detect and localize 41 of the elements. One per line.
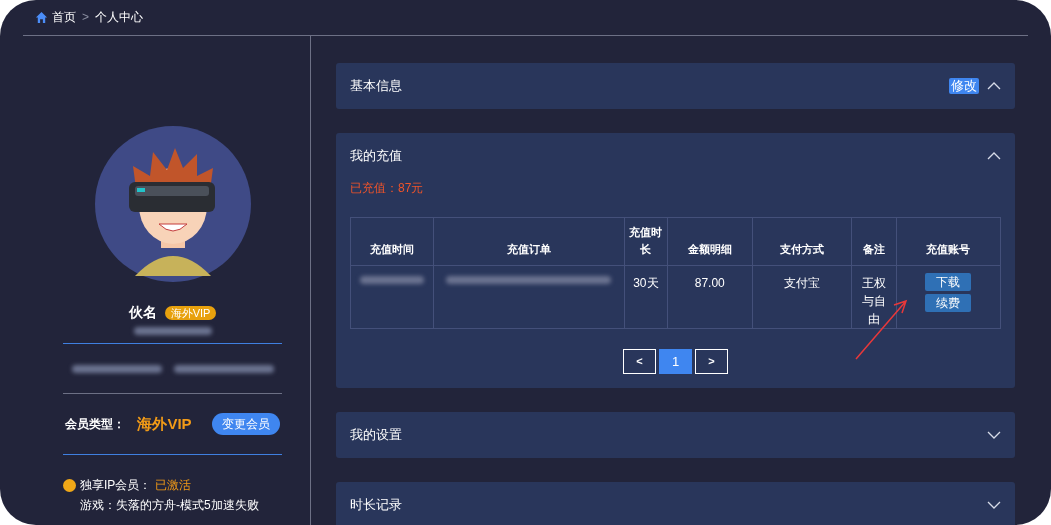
chevron-down-icon[interactable]: [987, 431, 1001, 439]
user-name: 伙名: [128, 303, 157, 322]
vip-badge: 海外VIP: [164, 305, 217, 320]
exclusive-ip-label: 独享IP会员：: [80, 477, 152, 494]
chevron-up-icon[interactable]: [987, 82, 1001, 90]
arrow-annotation: [854, 297, 910, 361]
game-status-text: 游戏：失落的方舟-模式5加速失败: [79, 497, 260, 514]
breadcrumb-separator: >: [82, 9, 89, 26]
table-cell: 30天: [624, 265, 668, 329]
column-header: 支付方式: [752, 217, 852, 266]
member-type-label: 会员类型：: [65, 416, 126, 433]
change-member-button[interactable]: 变更会员: [211, 413, 280, 435]
chevron-down-icon[interactable]: [987, 501, 1001, 509]
exclusive-ip-status: 已激活: [155, 477, 192, 494]
column-header: 充值时间: [350, 217, 434, 266]
column-header: 充值账号: [896, 217, 1001, 266]
column-header: 充值订单: [433, 217, 625, 266]
breadcrumb-link[interactable]: 个人中心: [95, 8, 143, 26]
panel-title: 我的设置: [350, 426, 402, 445]
edit-button[interactable]: 修改: [949, 78, 979, 94]
panel-title: 基本信息: [350, 77, 402, 96]
prev-page-button[interactable]: <: [623, 349, 656, 374]
panel-title: 时长记录: [350, 496, 402, 515]
page-button[interactable]: 1: [659, 349, 692, 374]
column-header: 金额明细: [667, 217, 753, 266]
member-type-value: 海外VIP: [137, 413, 192, 434]
table-cell: 支付宝: [752, 265, 852, 329]
column-header: 备注: [851, 217, 897, 266]
panel-title: 我的充值: [350, 147, 402, 166]
table-action-button[interactable]: 续费: [925, 294, 972, 312]
next-page-button[interactable]: >: [695, 349, 728, 374]
table-cell: 王权与自由: [851, 265, 897, 329]
column-header: 充值时长: [624, 217, 668, 266]
coin-icon: [63, 478, 76, 492]
blurred-text: [359, 276, 424, 284]
table-cell: 87.00: [667, 265, 753, 329]
home-icon: [35, 10, 48, 24]
breadcrumb-link[interactable]: 首页: [52, 8, 76, 26]
chevron-up-icon[interactable]: [987, 152, 1001, 160]
recharge-total: 已充值：87元: [350, 180, 425, 197]
table-action-button[interactable]: 下载: [925, 273, 972, 291]
